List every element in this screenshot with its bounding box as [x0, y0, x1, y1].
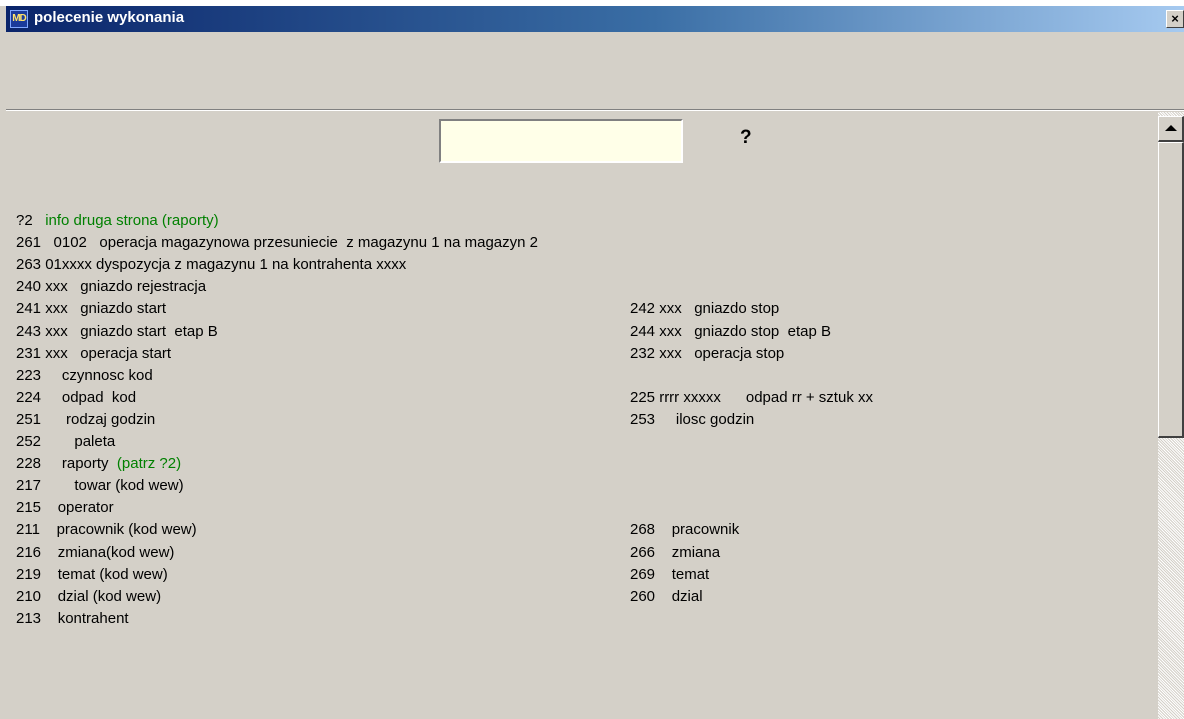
command-text: 268 pracownik — [630, 521, 740, 539]
command-text: 269 temat — [630, 565, 710, 583]
command-text: 232 xxx operacja stop — [630, 344, 785, 362]
command-text: 253 ilosc godzin — [630, 410, 755, 428]
command-text: 240 xxx gniazdo rejestracja — [16, 278, 207, 296]
command-text: 217 towar (kod wew) — [16, 477, 184, 495]
command-text: ?2 — [16, 212, 46, 229]
close-button[interactable]: × — [1166, 10, 1184, 28]
command-text: 263 01xxxx dyspozycja z magazynu 1 na ko… — [16, 256, 407, 274]
command-row: 263 01xxxx dyspozycja z magazynu 1 na ko… — [16, 255, 406, 275]
command-text: 241 xxx gniazdo start — [16, 300, 167, 318]
arrow-up-icon — [1165, 125, 1177, 131]
command-row: 243 xxx gniazdo start etap B — [16, 322, 218, 342]
command-text: 243 xxx gniazdo start etap B — [16, 322, 218, 340]
command-row: 269 temat — [630, 565, 709, 585]
command-text: 213 kontrahent — [16, 609, 129, 627]
command-text: 266 zmiana — [630, 543, 721, 561]
command-row: 211 pracownik (kod wew) — [16, 520, 197, 540]
scroll-up-button[interactable] — [1158, 116, 1184, 142]
command-text: 251 rodzaj godzin — [16, 410, 156, 428]
command-text: 210 dzial (kod wew) — [16, 587, 162, 605]
command-row: 253 ilosc godzin — [630, 410, 754, 430]
command-row: 225 rrrr xxxxx odpad rr + sztuk xx — [630, 388, 873, 408]
command-row: 252 paleta — [16, 432, 115, 452]
command-row: 216 zmiana(kod wew) — [16, 543, 174, 563]
command-text: 252 paleta — [16, 433, 116, 450]
app-logo-icon: MD — [10, 10, 28, 28]
command-row: 213 kontrahent — [16, 609, 129, 629]
command-text: 231 xxx operacja start — [16, 344, 172, 362]
command-text: 242 xxx gniazdo stop — [630, 300, 780, 318]
command-row: 224 odpad kod — [16, 388, 136, 408]
command-row: 244 xxx gniazdo stop etap B — [630, 322, 831, 342]
scroll-thumb[interactable] — [1158, 142, 1184, 438]
command-text: 260 dzial — [630, 587, 703, 605]
command-text: 211 pracownik (kod wew) — [16, 521, 197, 539]
command-row: 242 xxx gniazdo stop — [630, 299, 779, 319]
vertical-scrollbar[interactable] — [1158, 112, 1184, 719]
toolbar-area — [6, 32, 1184, 110]
command-row: 228 raporty (patrz ?2) — [16, 454, 181, 474]
window-title: polecenie wykonania — [34, 9, 185, 26]
command-row: ?2 info druga strona (raporty) — [16, 211, 219, 231]
content-panel: ? ?2 info druga strona (raporty) 261 0102… — [6, 112, 1158, 719]
command-row: 268 pracownik — [630, 520, 739, 540]
command-row: 260 dzial — [630, 587, 703, 607]
command-row: 232 xxx operacja stop — [630, 344, 784, 364]
command-text: 224 odpad kod — [16, 388, 137, 406]
command-row: 219 temat (kod wew) — [16, 565, 168, 585]
command-text: 244 xxx gniazdo stop etap B — [630, 322, 831, 340]
command-row: 251 rodzaj godzin — [16, 410, 155, 430]
command-text: 261 0102 operacja magazynowa przesunieci… — [16, 234, 538, 252]
command-text: 225 rrrr xxxxx odpad rr + sztuk xx — [630, 388, 873, 406]
command-row: 217 towar (kod wew) — [16, 476, 184, 496]
command-input[interactable] — [439, 119, 683, 163]
help-question-mark[interactable]: ? — [740, 127, 752, 149]
command-row: 240 xxx gniazdo rejestracja — [16, 277, 206, 297]
command-note: info druga strona (raporty) — [45, 212, 219, 229]
command-note: (patrz ?2) — [116, 455, 182, 473]
title-bar[interactable]: MD polecenie wykonania × — [6, 6, 1184, 32]
command-row: 266 zmiana — [630, 543, 720, 563]
command-row: 231 xxx operacja start — [16, 344, 171, 364]
command-text: 228 raporty — [16, 455, 117, 473]
command-text: 223 czynnosc kod — [16, 366, 153, 384]
command-row: 223 czynnosc kod — [16, 366, 153, 386]
command-text: 216 zmiana(kod wew) — [16, 543, 175, 561]
toolbar-divider — [6, 110, 1184, 111]
command-text: 219 temat (kod wew) — [16, 565, 168, 583]
command-row: 210 dzial (kod wew) — [16, 587, 161, 607]
command-text: 215 operator — [16, 499, 114, 517]
command-row: 261 0102 operacja magazynowa przesunieci… — [16, 233, 538, 253]
command-row: 215 operator — [16, 498, 114, 518]
command-row: 241 xxx gniazdo start — [16, 299, 166, 319]
